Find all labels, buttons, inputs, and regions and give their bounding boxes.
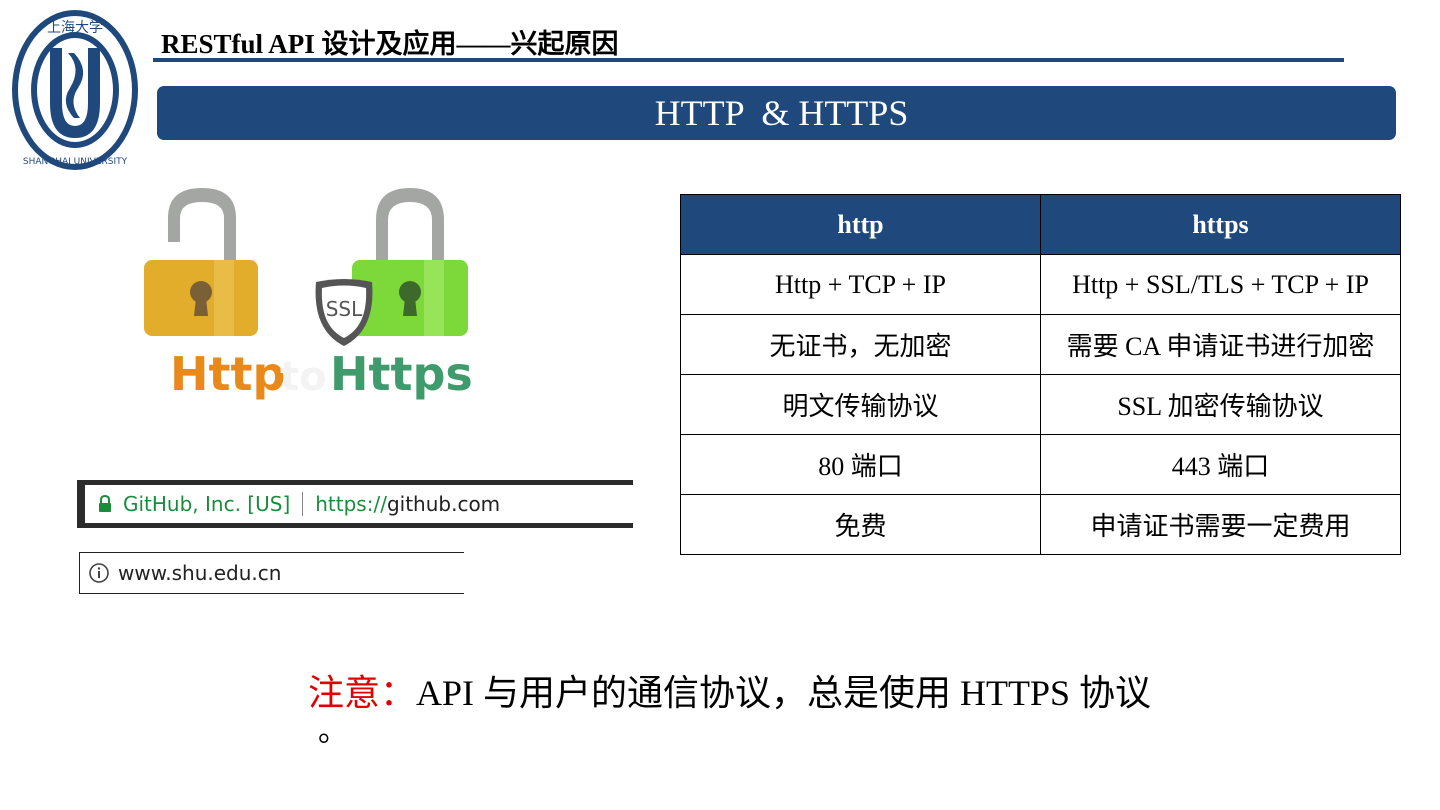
table-row: 80 端口 443 端口 — [680, 434, 1401, 495]
section-banner: HTTP & HTTPS — [157, 86, 1396, 140]
page-title: RESTful API 设计及应用——兴起原因 — [161, 29, 619, 59]
section-title: HTTP & HTTPS — [654, 93, 909, 133]
table-cell: 需要 CA 申请证书进行加密 — [1040, 314, 1401, 375]
note-end-mark: 。 — [318, 715, 348, 748]
header-http: http — [680, 194, 1041, 255]
table-row: Http + TCP + IP Http + SSL/TLS + TCP + I… — [680, 254, 1401, 315]
lock-icon — [99, 494, 111, 512]
ssl-label: SSL — [326, 297, 363, 321]
address-separator — [302, 492, 304, 516]
logo-text-bottom: SHANGHAI UNIVERSITY — [23, 157, 128, 167]
table-row: 明文传输协议 SSL 加密传输协议 — [680, 374, 1401, 435]
table-cell: Http + SSL/TLS + TCP + IP — [1040, 254, 1401, 315]
table-row: 免费 申请证书需要一定费用 — [680, 494, 1401, 555]
site-identity: GitHub, Inc. [US] — [123, 492, 291, 516]
table-cell: 80 端口 — [680, 434, 1041, 495]
url-text: www.shu.edu.cn — [118, 561, 282, 585]
note-text: 注意：API 与用户的通信协议，总是使用 HTTPS 协议 — [308, 664, 1151, 716]
http-to-https-illustration: SSL Http to Https — [144, 188, 473, 401]
table-cell: Http + TCP + IP — [680, 254, 1041, 315]
table-row: 无证书，无加密 需要 CA 申请证书进行加密 — [680, 314, 1401, 375]
https-label: Https — [330, 347, 473, 401]
note-body: API 与用户的通信协议，总是使用 HTTPS 协议 — [416, 673, 1152, 713]
table-cell: 申请证书需要一定费用 — [1040, 494, 1401, 555]
url-host: github.com — [386, 492, 501, 516]
http-label: Http — [170, 347, 285, 401]
table-cell: 443 端口 — [1040, 434, 1401, 495]
header-https: https — [1040, 194, 1401, 255]
comparison-table: http https Http + TCP + IP Http + SSL/TL… — [680, 194, 1401, 555]
logo-text-top: 上海大学 — [47, 20, 103, 36]
shanghai-university-logo: 上海大学 SHANGHAI UNIVERSITY — [12, 10, 138, 170]
open-padlock-icon — [144, 188, 258, 336]
to-label: to — [280, 354, 327, 400]
http-address-bar: www.shu.edu.cn — [79, 552, 464, 594]
table-cell: 免费 — [680, 494, 1041, 555]
header-divider — [153, 58, 1344, 62]
table-cell: 明文传输协议 — [680, 374, 1041, 435]
https-address-bar: GitHub, Inc. [US] https://github.com — [77, 480, 633, 528]
table-cell: SSL 加密传输协议 — [1040, 374, 1401, 435]
info-icon — [89, 563, 109, 583]
table-cell: 无证书，无加密 — [680, 314, 1041, 375]
table-header-row: http https — [680, 194, 1401, 255]
url-scheme: https:// — [315, 492, 387, 516]
